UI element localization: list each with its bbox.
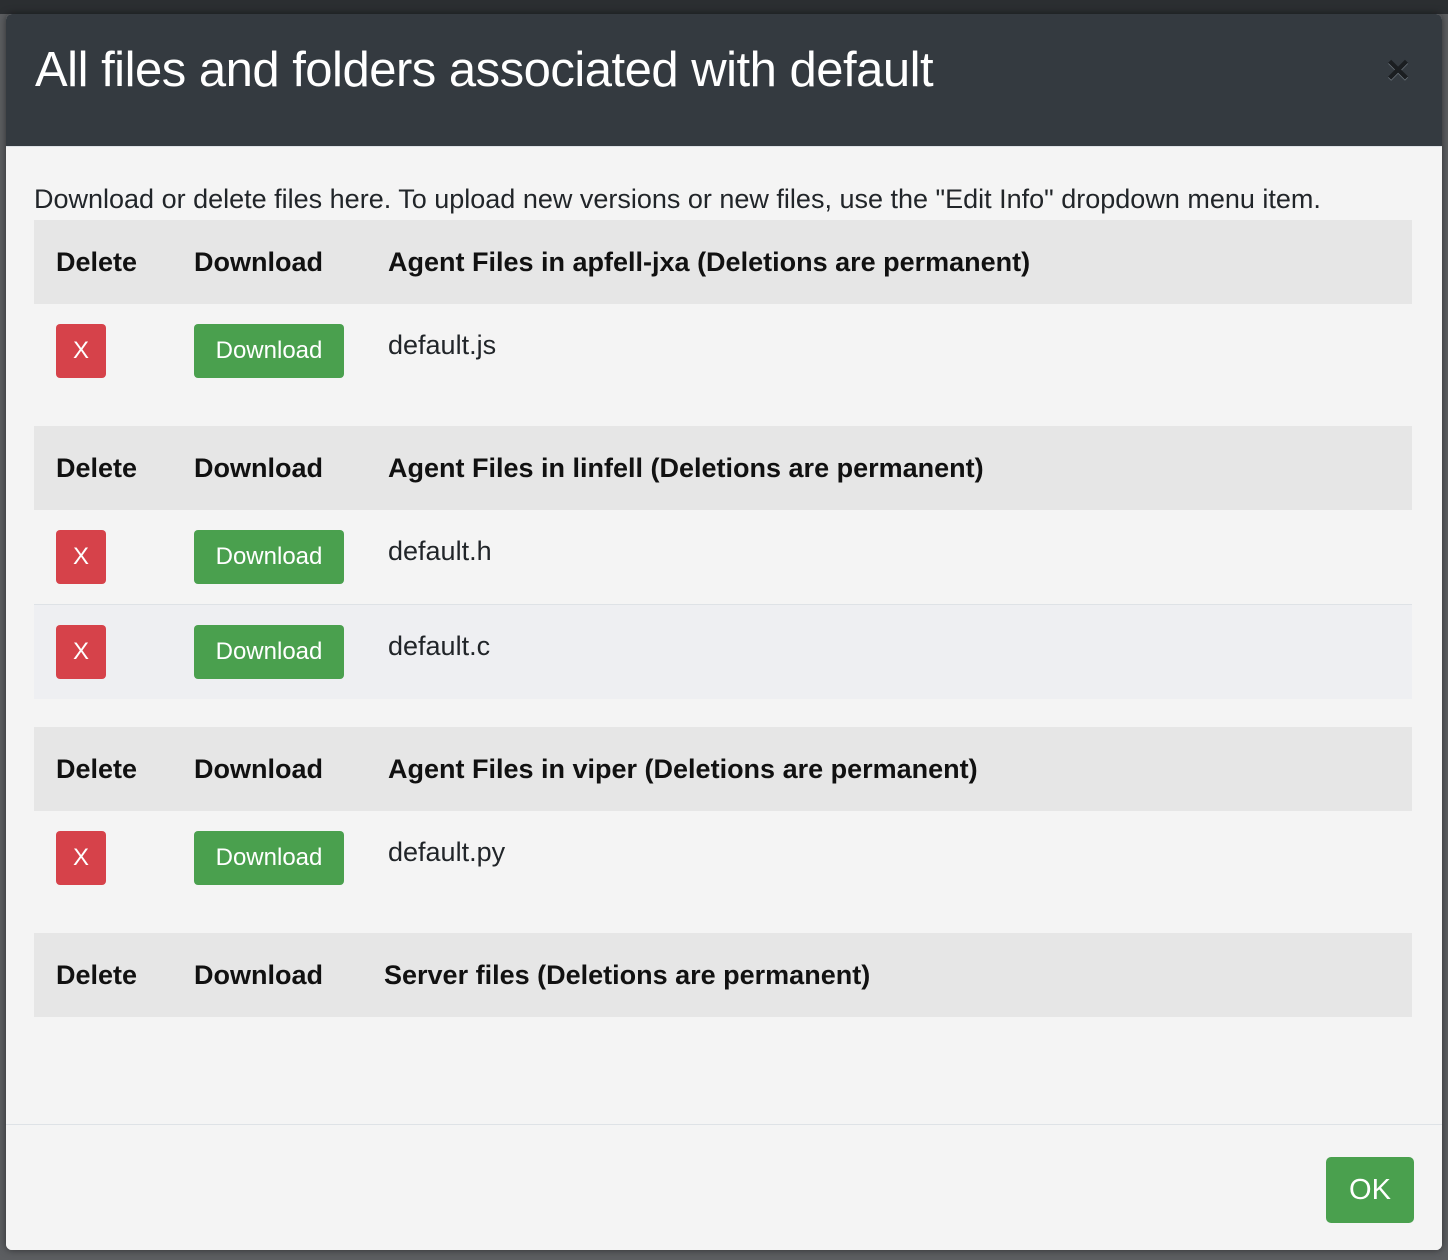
- files-table-linfell: Delete Download Agent Files in linfell (…: [34, 426, 1412, 699]
- column-header-download: Download: [172, 426, 366, 510]
- delete-cell: X: [34, 510, 172, 605]
- file-name: default.js: [388, 330, 497, 360]
- filename-cell: default.h: [366, 510, 1412, 605]
- delete-button[interactable]: X: [56, 625, 106, 679]
- column-header-download: Download: [172, 220, 366, 304]
- section-heading: Agent Files in viper (Deletions are perm…: [366, 727, 1412, 811]
- column-header-delete: Delete: [34, 220, 172, 304]
- download-button[interactable]: Download: [194, 530, 344, 584]
- file-name: default.py: [388, 837, 506, 867]
- download-button[interactable]: Download: [194, 625, 344, 679]
- section-heading: Agent Files in linfell (Deletions are pe…: [366, 426, 1412, 510]
- intro-text: Download or delete files here. To upload…: [34, 184, 1321, 214]
- delete-cell: X: [34, 304, 172, 398]
- modal-title: All files and folders associated with de…: [35, 43, 934, 97]
- delete-button[interactable]: X: [56, 831, 106, 885]
- ok-button[interactable]: OK: [1326, 1157, 1414, 1223]
- filename-cell: default.js: [366, 304, 1412, 398]
- modal-header: All files and folders associated with de…: [6, 14, 1442, 147]
- files-modal: All files and folders associated with de…: [6, 14, 1442, 1250]
- table-header-row: Delete Download Agent Files in apfell-jx…: [34, 220, 1412, 304]
- download-cell: Download: [172, 811, 366, 905]
- delete-cell: X: [34, 604, 172, 699]
- filename-cell: default.c: [366, 604, 1412, 699]
- column-header-delete: Delete: [34, 727, 172, 811]
- table-header-row: Delete Download Agent Files in viper (De…: [34, 727, 1412, 811]
- table-header-row: Delete Download Server files (Deletions …: [34, 933, 1412, 1017]
- delete-cell: X: [34, 811, 172, 905]
- table-header-row: Delete Download Agent Files in linfell (…: [34, 426, 1412, 510]
- download-cell: Download: [172, 304, 366, 398]
- table-row: X Download default.c: [34, 604, 1412, 699]
- files-table-viper: Delete Download Agent Files in viper (De…: [34, 727, 1412, 905]
- background-navbar: [0, 0, 1448, 14]
- section-heading: Agent Files in apfell-jxa (Deletions are…: [366, 220, 1412, 304]
- filename-cell: default.py: [366, 811, 1412, 905]
- delete-button[interactable]: X: [56, 530, 106, 584]
- column-header-download: Download: [172, 727, 366, 811]
- files-table-server: Delete Download Server files (Deletions …: [34, 933, 1412, 1017]
- file-name: default.c: [388, 631, 491, 661]
- download-cell: Download: [172, 604, 366, 699]
- modal-footer: OK: [6, 1124, 1442, 1250]
- column-header-delete: Delete: [34, 933, 172, 1017]
- column-header-delete: Delete: [34, 426, 172, 510]
- table-row: X Download default.py: [34, 811, 1412, 905]
- column-header-download: Download: [172, 933, 366, 1017]
- files-table-apfell-jxa: Delete Download Agent Files in apfell-jx…: [34, 220, 1412, 398]
- download-cell: Download: [172, 510, 366, 605]
- file-name: default.h: [388, 536, 492, 566]
- delete-button[interactable]: X: [56, 324, 106, 378]
- table-row: X Download default.js: [34, 304, 1412, 398]
- table-row: X Download default.h: [34, 510, 1412, 605]
- download-button[interactable]: Download: [194, 324, 344, 378]
- modal-body: Download or delete files here. To upload…: [34, 178, 1412, 1017]
- close-button[interactable]: ×: [1380, 50, 1416, 90]
- download-button[interactable]: Download: [194, 831, 344, 885]
- section-heading: Server files (Deletions are permanent): [366, 933, 1412, 1017]
- close-icon: ×: [1386, 48, 1410, 92]
